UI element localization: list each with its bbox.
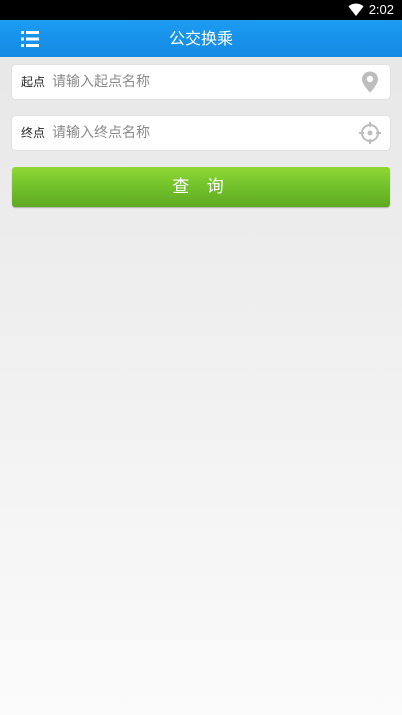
start-field: 起点 (12, 65, 390, 99)
start-label: 起点 (21, 75, 46, 89)
status-bar: 2:02 (0, 0, 402, 20)
end-label: 终点 (21, 126, 46, 140)
page-title: 公交换乘 (168, 29, 233, 48)
status-time: 2:02 (368, 2, 394, 17)
start-input[interactable] (52, 68, 352, 96)
wifi-icon (348, 3, 364, 16)
end-field: 终点 (12, 116, 390, 150)
end-input[interactable] (52, 119, 352, 147)
locate-crosshair-icon[interactable] (358, 121, 382, 145)
location-pin-icon[interactable] (358, 70, 382, 94)
app-bar: 公交换乘 (0, 20, 402, 57)
query-button[interactable]: 查 询 (12, 167, 390, 207)
